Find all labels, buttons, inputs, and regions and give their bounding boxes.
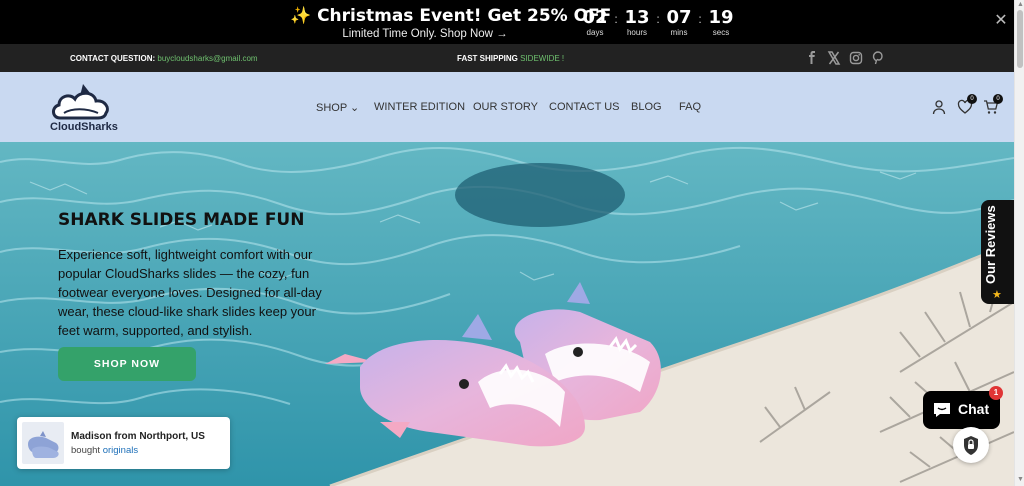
announcement-bar: ✨ Christmas Event! Get 25% OFF Limited T… <box>0 0 1014 44</box>
countdown-mins-label: mins <box>670 28 688 37</box>
popup-customer-name: Madison from Northport, US <box>71 431 205 442</box>
chat-label: Chat <box>958 401 990 417</box>
shipping-label: FAST SHIPPING <box>457 54 521 63</box>
countdown-hours: 13 hours <box>620 8 654 38</box>
close-icon[interactable]: ✕ <box>992 12 1010 30</box>
countdown-secs-value: 19 <box>708 7 734 28</box>
countdown-hours-value: 13 <box>624 7 650 28</box>
countdown-separator: : <box>614 12 618 26</box>
chat-notification-badge: 1 <box>989 386 1003 400</box>
chat-bubble-icon <box>934 403 950 417</box>
chat-button[interactable]: Chat <box>923 391 1000 429</box>
countdown-separator: : <box>698 12 702 26</box>
scrollbar[interactable]: ▲ ▼ <box>1014 0 1024 486</box>
nav-item-our-story[interactable]: OUR STORY <box>473 101 549 114</box>
cloud-shark-logo-icon <box>52 84 109 120</box>
popup-bought-text: bought originals <box>71 445 138 456</box>
countdown-mins: 07 mins <box>662 8 696 38</box>
security-shield-button[interactable] <box>953 427 989 463</box>
x-icon[interactable] <box>826 50 842 66</box>
recent-purchase-popup[interactable]: Madison from Northport, US bought origin… <box>17 417 230 469</box>
announcement-text[interactable]: ✨ Christmas Event! Get 25% OFF Limited T… <box>290 6 611 42</box>
instagram-icon[interactable] <box>848 50 864 66</box>
logo[interactable]: CloudSharks <box>50 82 122 136</box>
nav-item-winter-edition[interactable]: WINTER EDITION <box>374 101 473 114</box>
countdown-days: 02 days <box>578 8 612 38</box>
nav-item-contact-us[interactable]: CONTACT US <box>549 101 631 114</box>
countdown-mins-value: 07 <box>666 7 692 28</box>
contact-info: CONTACT QUESTION: buycloudsharks@gmail.c… <box>70 54 258 63</box>
countdown-timer: 02 days : 13 hours : 07 mins : 19 secs <box>578 8 738 38</box>
countdown-days-value: 02 <box>582 7 608 28</box>
scroll-up-arrow-icon[interactable]: ▲ <box>1017 1 1024 8</box>
wishlist-icon[interactable]: 0 <box>957 94 977 115</box>
hero-description: Experience soft, lightweight comfort wit… <box>58 247 322 338</box>
header-icons: 0 0 <box>931 94 1003 115</box>
cart-count-badge: 0 <box>993 94 1003 104</box>
shipping-info: FAST SHIPPING SIDEWIDE ! <box>457 54 564 63</box>
nav-item-shop[interactable]: SHOP ⌄ <box>316 101 374 114</box>
scrollbar-thumb[interactable] <box>1017 10 1023 68</box>
logo-text: CloudSharks <box>50 121 118 133</box>
countdown-hours-label: hours <box>626 28 647 37</box>
product-thumbnail <box>22 422 64 464</box>
contact-label: CONTACT QUESTION: <box>70 54 158 63</box>
cart-icon[interactable]: 0 <box>983 94 1003 115</box>
shop-now-button[interactable]: SHOP NOW <box>58 347 196 381</box>
popup-bought-prefix: bought <box>71 445 103 456</box>
account-icon[interactable] <box>931 99 947 115</box>
countdown-secs-label: secs <box>712 28 730 37</box>
star-icon: ★ <box>992 289 1002 301</box>
hero-title: SHARK SLIDES MADE FUN <box>58 210 305 230</box>
pinterest-icon[interactable] <box>870 50 886 66</box>
announcement-shop-link[interactable]: Limited Time Only. Shop Now → <box>290 26 560 42</box>
countdown-days-label: days <box>586 28 604 37</box>
shipping-highlight: SIDEWIDE ! <box>520 54 565 63</box>
reviews-tab-label: Our Reviews <box>983 205 998 284</box>
scroll-down-arrow-icon[interactable]: ▼ <box>1017 476 1024 483</box>
facebook-icon[interactable] <box>804 50 820 66</box>
reviews-tab[interactable]: Our Reviews ★ <box>981 200 1014 304</box>
announcement-title[interactable]: ✨ Christmas Event! Get 25% OFF <box>290 6 611 26</box>
contact-email-link[interactable]: buycloudsharks@gmail.com <box>157 54 257 63</box>
countdown-separator: : <box>656 12 660 26</box>
social-links <box>804 50 886 66</box>
info-bar: CONTACT QUESTION: buycloudsharks@gmail.c… <box>0 44 1014 72</box>
nav-item-faq[interactable]: FAQ <box>679 101 709 114</box>
nav-item-blog[interactable]: BLOG <box>631 101 679 114</box>
site-header: CloudSharks SHOP ⌄ WINTER EDITION OUR ST… <box>0 72 1014 142</box>
main-navigation: SHOP ⌄ WINTER EDITION OUR STORY CONTACT … <box>316 101 709 114</box>
countdown-secs: 19 secs <box>704 8 738 38</box>
popup-product-link[interactable]: originals <box>103 445 138 456</box>
lock-shield-icon <box>964 436 978 455</box>
wishlist-count-badge: 0 <box>967 94 977 104</box>
